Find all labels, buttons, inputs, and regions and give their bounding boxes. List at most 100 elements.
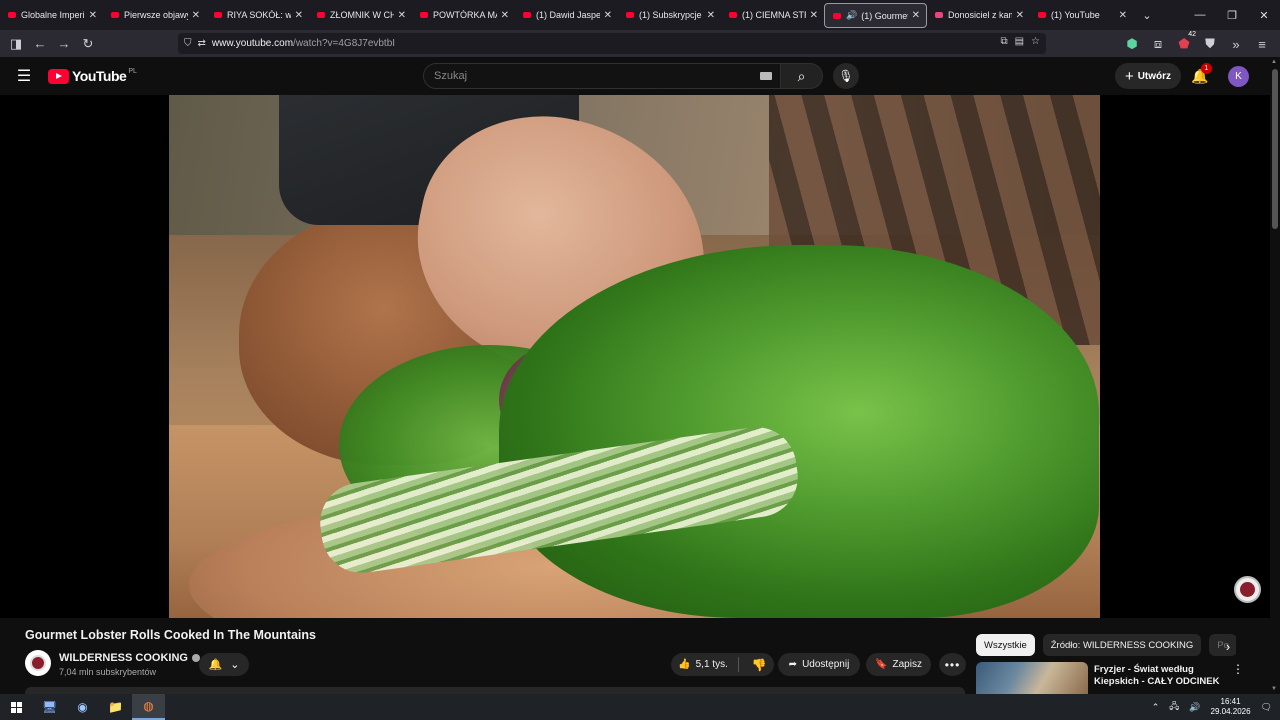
close-tab-icon[interactable]: ✕: [192, 10, 200, 21]
shield-icon[interactable]: ⛉: [184, 38, 192, 49]
forward-arrow-icon[interactable]: →: [52, 32, 76, 56]
like-count: 5,1 tys.: [695, 659, 728, 670]
scroll-down-icon[interactable]: ▼: [1271, 686, 1277, 692]
chevron-down-icon: ⌄: [230, 659, 240, 671]
dislike-button[interactable]: 👎: [744, 658, 767, 672]
page-favicon-icon: [935, 12, 943, 18]
taskbar-app-explorer[interactable]: 📁: [99, 694, 132, 720]
reader-view-icon[interactable]: ▤: [1015, 36, 1024, 47]
close-tab-icon[interactable]: ✕: [707, 10, 715, 21]
save-button[interactable]: 🔖 Zapisz: [866, 653, 931, 676]
menu-hamburger-icon[interactable]: ≡: [1250, 32, 1274, 56]
browser-tab[interactable]: Donosiciel z kame ✕: [927, 0, 1030, 30]
back-arrow-icon[interactable]: ←: [28, 32, 52, 56]
bookmark-star-icon[interactable]: ☆: [1031, 36, 1040, 47]
browser-tab[interactable]: Globalne Imperium ✕: [0, 0, 103, 30]
notifications-button[interactable]: 🔔 1: [1189, 63, 1212, 87]
browser-tab[interactable]: RIYA SOKÓŁ: wywi ✕: [206, 0, 309, 30]
taskbar-app-settings[interactable]: 🖥: [33, 694, 66, 720]
notification-center-icon[interactable]: 🗨: [1261, 702, 1272, 713]
more-tools-chevron-icon[interactable]: »: [1224, 32, 1248, 56]
browser-tab[interactable]: Pierwsze objawy R ✕: [103, 0, 206, 30]
close-tab-icon[interactable]: ✕: [1016, 10, 1024, 21]
more-actions-button[interactable]: •••: [939, 653, 966, 676]
volume-icon[interactable]: 🔊: [1189, 702, 1200, 713]
channel-watermark-logo[interactable]: [1234, 576, 1261, 603]
close-tab-icon[interactable]: ✕: [604, 10, 612, 21]
channel-name[interactable]: WILDERNESS COOKING: [59, 652, 188, 664]
url-text: www.youtube.com/watch?v=4G8J7evbtbI: [212, 38, 395, 49]
recommendation-thumbnail[interactable]: [976, 662, 1088, 694]
close-window-icon[interactable]: ✕: [1248, 0, 1280, 30]
subscription-bell-button[interactable]: 🔔 ⌄: [199, 653, 249, 676]
related-chips: Wszystkie Źródło: WILDERNESS COOKING Po: [976, 634, 1236, 656]
picture-in-picture-icon[interactable]: ⧉: [1000, 36, 1007, 47]
browser-tab[interactable]: (1) CIEMNA STRO ✕: [721, 0, 824, 30]
channel-avatar[interactable]: [25, 650, 51, 676]
close-tab-icon[interactable]: ✕: [398, 10, 406, 21]
keyboard-icon[interactable]: [760, 72, 772, 80]
address-bar[interactable]: ⛉ ⇄ www.youtube.com/watch?v=4G8J7evbtbI …: [178, 33, 1046, 54]
chips-next-chevron-right-icon[interactable]: ›: [1219, 637, 1237, 655]
url-domain: www.youtube.com: [211, 38, 294, 49]
browser-tab[interactable]: POWTÓRKA MATU ✕: [412, 0, 515, 30]
browser-tab[interactable]: (1) YouTube ✕: [1030, 0, 1133, 30]
like-button[interactable]: 👍 5,1 tys.: [678, 657, 739, 672]
video-player[interactable]: [0, 95, 1270, 618]
permissions-icon[interactable]: ⇄: [198, 38, 206, 49]
tray-chevron-up-icon[interactable]: ⌃: [1152, 702, 1160, 713]
create-label: Utwórz: [1137, 70, 1172, 82]
plus-icon: +: [1124, 67, 1134, 85]
close-tab-icon[interactable]: ✕: [501, 10, 509, 21]
speaker-icon[interactable]: 🔊: [846, 10, 857, 21]
close-tab-icon[interactable]: ✕: [295, 10, 303, 21]
browser-tab[interactable]: (1) Subskrypcje - Y ✕: [618, 0, 721, 30]
create-button[interactable]: + Utwórz: [1115, 63, 1181, 89]
close-tab-icon[interactable]: ✕: [1119, 10, 1127, 21]
minimize-icon[interactable]: —: [1184, 0, 1216, 30]
close-tab-icon[interactable]: ✕: [912, 10, 920, 21]
start-button[interactable]: [0, 694, 33, 720]
youtube-play-icon: [48, 68, 69, 84]
browser-tab[interactable]: (1) Dawid Jasper V ✕: [515, 0, 618, 30]
restore-icon[interactable]: ❐: [1216, 0, 1248, 30]
chip-all[interactable]: Wszystkie: [976, 634, 1035, 656]
tab-title: POWTÓRKA MATU: [433, 10, 497, 20]
scrollbar-thumb[interactable]: [1272, 69, 1278, 229]
extensions-puzzle-icon[interactable]: ⧈: [1146, 32, 1170, 56]
video-frame[interactable]: [169, 95, 1100, 618]
url-path: /watch?v=4G8J7evbtbI: [293, 38, 396, 49]
close-tab-icon[interactable]: ✕: [89, 10, 97, 21]
ublock-icon[interactable]: ⬟ 42: [1172, 31, 1196, 56]
taskbar-app-firefox[interactable]: ◍: [132, 694, 165, 720]
folder-icon: 📁: [108, 700, 123, 714]
account-avatar[interactable]: K: [1228, 66, 1249, 87]
youtube-logo[interactable]: YouTube PL: [48, 68, 137, 84]
scroll-up-icon[interactable]: ▲: [1271, 59, 1277, 65]
tab-title: (1) Subskrypcje - Y: [639, 10, 703, 20]
description-box[interactable]: [25, 687, 965, 694]
clock[interactable]: 16:41 29.04.2026: [1211, 697, 1251, 717]
search-button[interactable]: ⌕: [781, 63, 823, 89]
sidebar-toggle-icon[interactable]: ◨: [4, 32, 28, 56]
privacy-badger-icon[interactable]: ⛊: [1198, 32, 1222, 56]
channel-name-row[interactable]: WILDERNESS COOKING: [59, 652, 200, 664]
search-input[interactable]: [434, 70, 734, 82]
youtube-favicon-icon: [626, 12, 634, 18]
chip-from-channel[interactable]: Źródło: WILDERNESS COOKING: [1042, 634, 1202, 656]
close-tab-icon[interactable]: ✕: [810, 10, 818, 21]
browser-tab[interactable]: ZŁOMNIK W CHIN ✕: [309, 0, 412, 30]
taskbar-app-steam[interactable]: ◉: [66, 694, 99, 720]
recommendation-menu-icon[interactable]: ⋮: [1232, 662, 1244, 676]
browser-tab-active[interactable]: 🔊 (1) Gourmet L ✕: [824, 3, 927, 28]
network-icon[interactable]: 🖧: [1169, 699, 1179, 715]
voice-search-button[interactable]: 🎙: [833, 63, 859, 89]
tab-list-chevron-down-icon[interactable]: ⌄: [1133, 9, 1161, 22]
reload-icon[interactable]: ↻: [76, 32, 100, 56]
share-button[interactable]: ➦ Udostępnij: [778, 653, 860, 676]
vpn-shield-icon[interactable]: ⬢: [1120, 32, 1144, 56]
guide-menu-icon[interactable]: ☰: [14, 66, 34, 86]
tab-title: Globalne Imperium: [21, 10, 85, 20]
bell-outline-icon: 🔔: [208, 659, 223, 671]
page-scrollbar[interactable]: ▲ ▼: [1270, 57, 1280, 694]
